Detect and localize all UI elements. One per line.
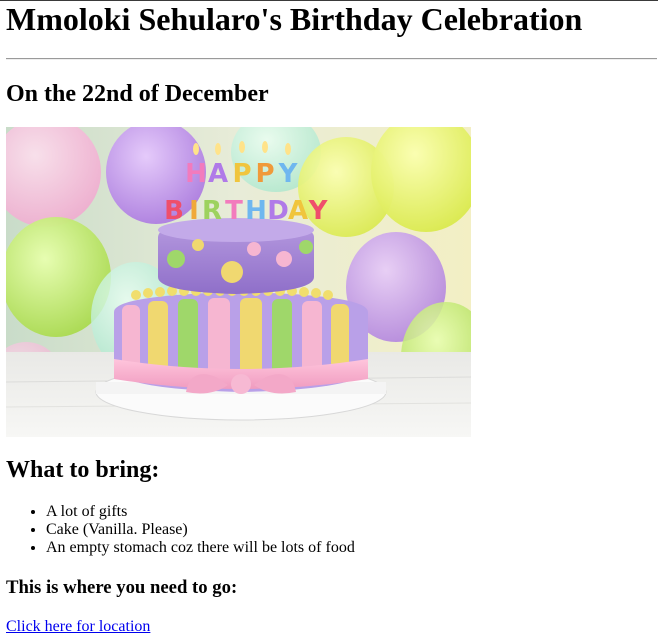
svg-text:P: P <box>232 159 251 189</box>
svg-text:P: P <box>255 159 274 189</box>
svg-text:B: B <box>164 196 184 226</box>
date-heading: On the 22nd of December <box>6 81 269 107</box>
list-item: A lot of gifts <box>46 503 355 521</box>
svg-text:T: T <box>225 196 243 226</box>
page-title: Mmoloki Sehularo's Birthday Celebration <box>6 1 583 37</box>
svg-text:I: I <box>189 196 199 226</box>
cake-illustration: H A P P Y B I R T H D A Y <box>6 127 471 437</box>
svg-text:R: R <box>202 196 222 226</box>
svg-text:Y: Y <box>278 159 299 189</box>
svg-text:H: H <box>245 196 267 226</box>
svg-text:D: D <box>267 196 289 226</box>
horizontal-rule <box>6 58 657 60</box>
list-item: Cake (Vanilla. Please) <box>46 521 355 539</box>
what-to-bring-heading: What to bring: <box>6 457 160 483</box>
svg-text:H: H <box>185 159 207 189</box>
location-link[interactable]: Click here for location <box>6 617 150 637</box>
list-item: An empty stomach coz there will be lots … <box>46 539 355 557</box>
svg-text:A: A <box>288 196 308 226</box>
birthday-cake-image: H A P P Y B I R T H D A Y <box>6 127 471 437</box>
svg-text:Y: Y <box>308 196 329 226</box>
where-to-go-heading: This is where you need to go: <box>6 577 238 598</box>
bring-list: A lot of gifts Cake (Vanilla. Please) An… <box>6 503 355 557</box>
svg-text:A: A <box>208 159 228 189</box>
